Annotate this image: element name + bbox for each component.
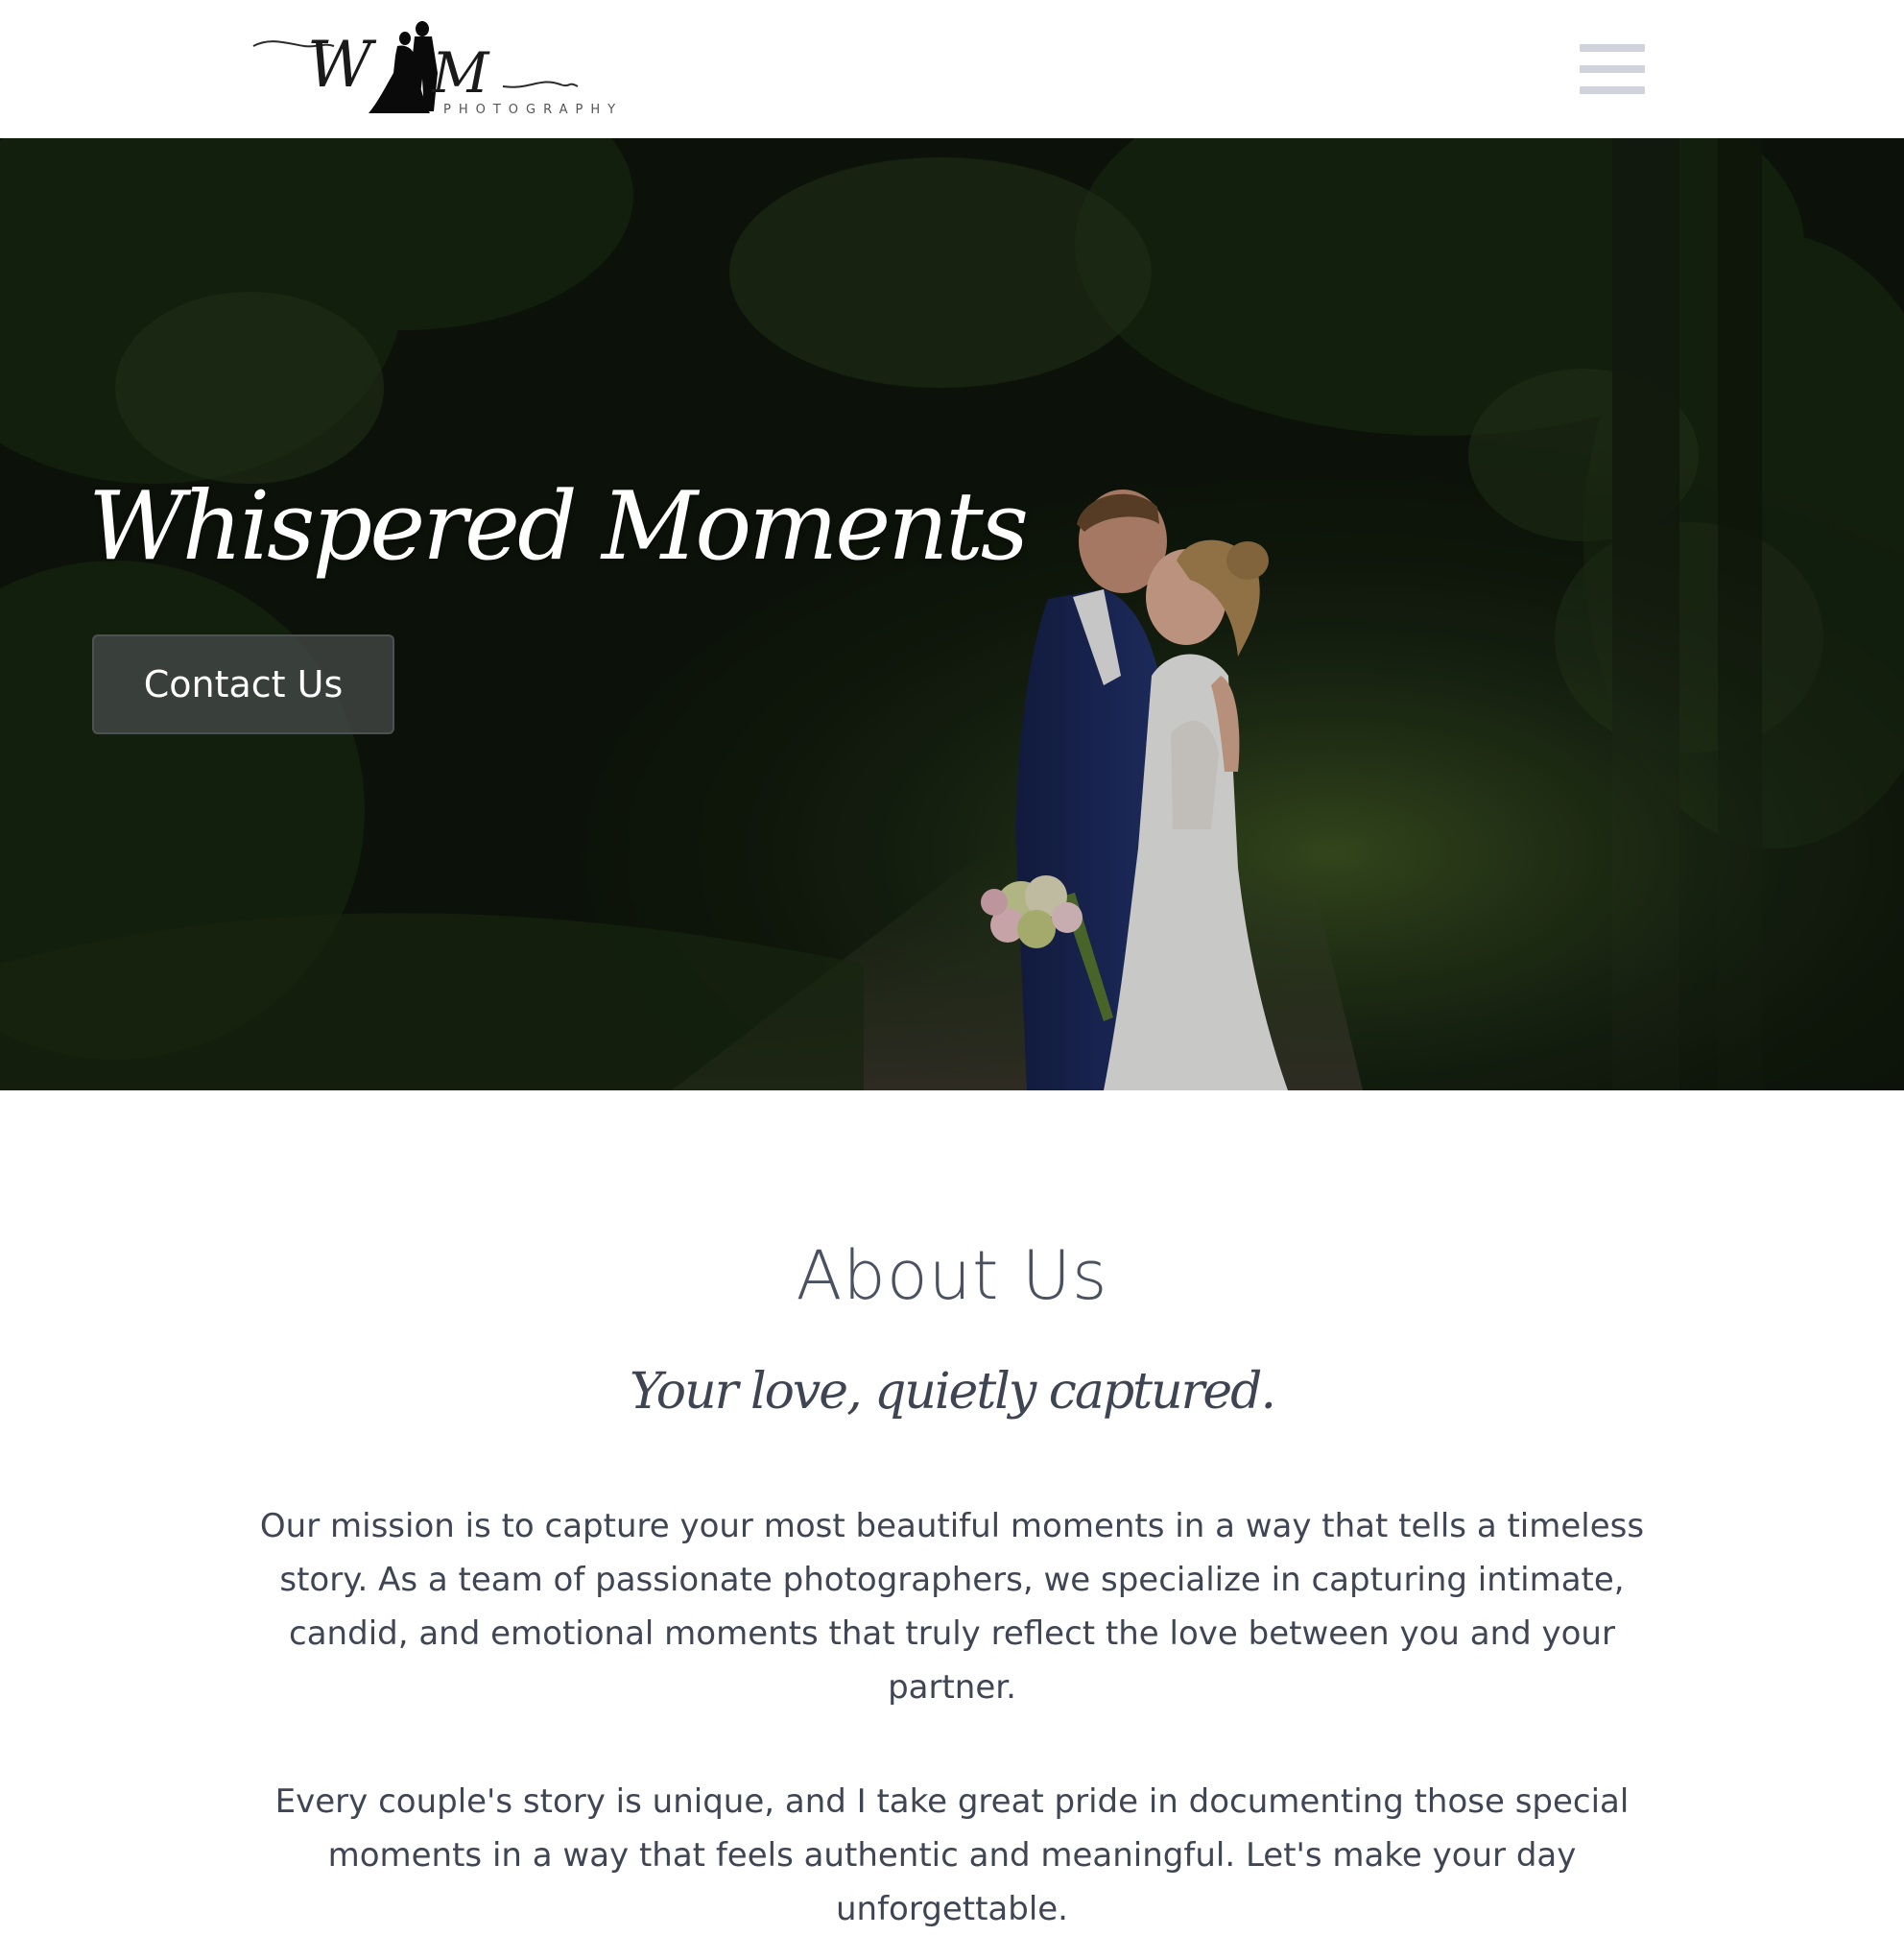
about-section: About Us Your love, quietly captured. Ou… (0, 1090, 1904, 1928)
about-tagline: Your love, quietly captured. (630, 1363, 1276, 1421)
menu-bar-middle (1580, 65, 1645, 73)
about-paragraph-mission: Our mission is to capture your most beau… (259, 1507, 1645, 1707)
site-header: W M PHOTOGRAPHY (0, 0, 1904, 138)
hero-background-photo (0, 138, 1904, 1090)
svg-text:PHOTOGRAPHY: PHOTOGRAPHY (443, 103, 623, 117)
menu-bar-bottom (1580, 86, 1645, 94)
hero-section: Whispered Moments Contact Us (0, 138, 1904, 1090)
svg-text:W: W (307, 28, 377, 102)
hamburger-menu-icon[interactable] (1580, 44, 1645, 94)
contact-us-button[interactable]: Contact Us (92, 634, 394, 734)
svg-text:M: M (431, 40, 490, 106)
about-heading: About Us (796, 1236, 1108, 1315)
site-logo[interactable]: W M PHOTOGRAPHY (251, 17, 654, 123)
about-paragraph-story: Every couple's story is unique, and I ta… (274, 1782, 1630, 1928)
logo-image: W M PHOTOGRAPHY (252, 21, 623, 117)
hero-title: Whispered Moments (88, 472, 1029, 582)
menu-bar-top (1580, 44, 1645, 52)
